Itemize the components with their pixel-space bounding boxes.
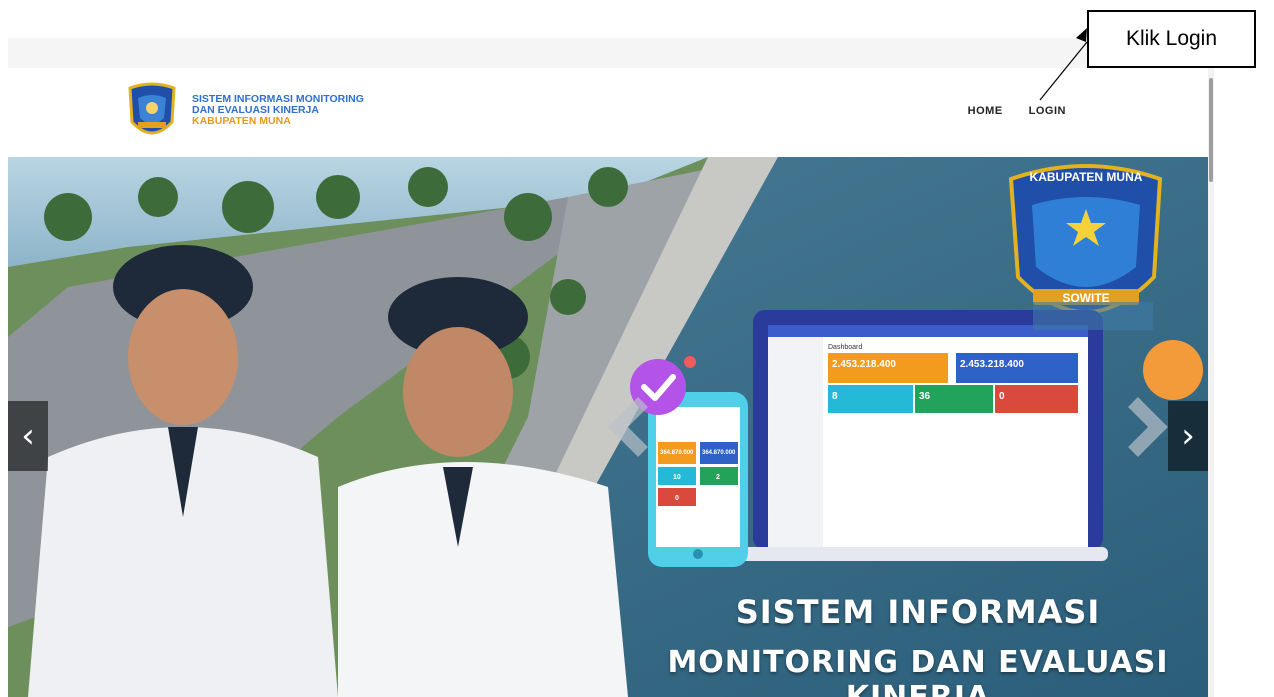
laptop-dashboard-title: Dashboard	[828, 344, 862, 351]
chevron-right-icon: ›	[1181, 416, 1195, 456]
phone-count-2: 2	[716, 474, 720, 481]
kabupaten-muna-emblem-icon[interactable]	[122, 82, 182, 142]
phone-count-3: 0	[675, 495, 679, 502]
hero-emblem: KABUPATEN MUNA SOWITE 1959	[1008, 164, 1163, 321]
slider-prev-button[interactable]: ‹	[8, 401, 48, 471]
annotation-callout: Klik Login	[1087, 10, 1256, 68]
phone-value-2: 364.870.000	[702, 450, 736, 456]
hero-slider: KABUPATEN MUNA SOWITE 1959 2.453.218.400…	[8, 157, 1208, 697]
top-bar	[8, 38, 1208, 68]
hero-title-line-1: SISTEM INFORMASI	[735, 593, 1101, 631]
nav-home-link[interactable]: HOME	[968, 105, 1003, 117]
brand-text[interactable]: SISTEM INFORMASI MONITORING DAN EVALUASI…	[192, 94, 364, 127]
hero-title-line-2: MONITORING DAN EVALUASI KINERJA	[667, 645, 1169, 697]
site-header: SISTEM INFORMASI MONITORING DAN EVALUASI…	[8, 68, 1208, 157]
main-nav: HOME LOGIN	[968, 105, 1066, 117]
phone-count-1: 10	[673, 474, 681, 481]
brand-line-3: KABUPATEN MUNA	[192, 115, 291, 127]
laptop-value-2: 2.453.218.400	[960, 359, 1024, 370]
laptop-count-2: 36	[919, 391, 931, 402]
scrollbar-thumb[interactable]	[1209, 78, 1213, 182]
laptop-count-3: 0	[999, 391, 1005, 402]
slider-next-button[interactable]: ›	[1168, 401, 1208, 471]
laptop-count-1: 8	[832, 391, 838, 402]
chevron-left-icon: ‹	[21, 416, 35, 456]
laptop-value-1: 2.453.218.400	[832, 359, 896, 370]
phone-value-1: 364.870.000	[660, 450, 694, 456]
emblem-top-text: KABUPATEN MUNA	[1030, 170, 1143, 184]
nav-login-link[interactable]: LOGIN	[1029, 105, 1066, 117]
